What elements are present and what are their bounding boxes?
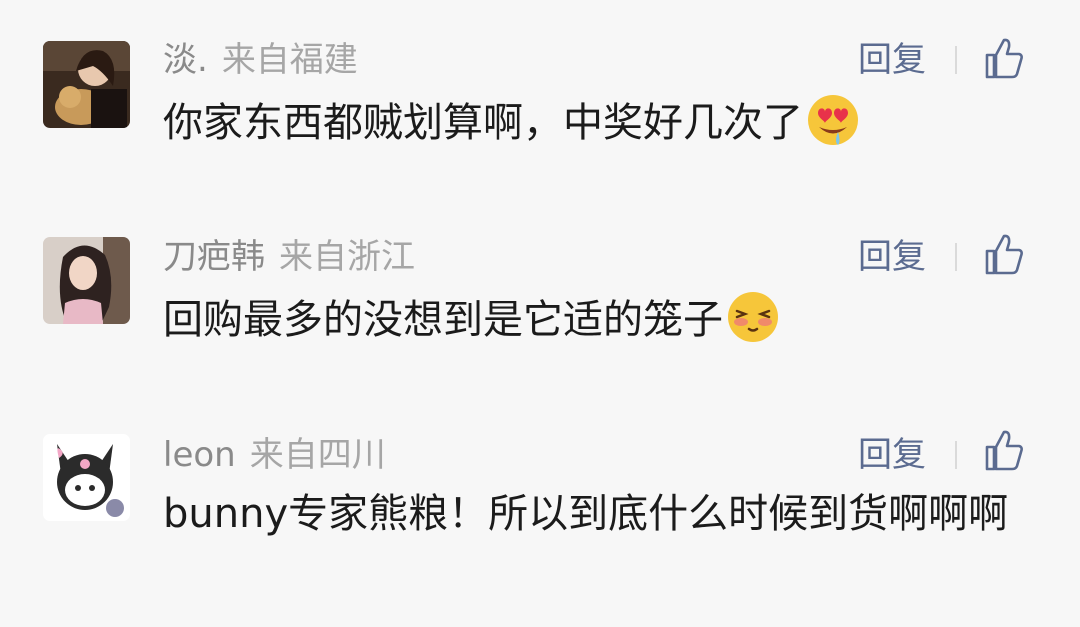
thumbs-up-icon — [985, 234, 1023, 275]
reply-button[interactable]: 回复 — [858, 435, 926, 475]
thumbs-up-icon — [985, 38, 1023, 79]
comment-text: bunny专家熊粮！所以到底什么时候到货啊啊啊 — [163, 491, 1009, 537]
username[interactable]: 淡. — [163, 40, 208, 80]
avatar[interactable] — [43, 237, 130, 324]
comment-text: 你家东西都贼划算啊，中奖好几次了 — [163, 92, 1043, 165]
comment-item: 刀疤韩 来自浙江 回复 回购最多的没想到是它适的笼子 — [0, 200, 1080, 400]
shy-emoji — [725, 289, 781, 362]
thumbs-up-icon — [985, 430, 1023, 471]
divider — [955, 441, 957, 469]
like-button[interactable] — [984, 428, 1024, 472]
comment-meta: 淡. 来自福建 — [163, 40, 358, 80]
location-label: 来自四川 — [249, 435, 386, 475]
username[interactable]: 刀疤韩 — [163, 237, 265, 277]
like-button[interactable] — [984, 36, 1024, 80]
username[interactable]: leon — [163, 435, 236, 475]
heart-eyes-emoji — [805, 92, 861, 165]
reply-button[interactable]: 回复 — [858, 40, 926, 80]
divider — [955, 46, 957, 74]
comment-text: 回购最多的没想到是它适的笼子 — [163, 289, 1043, 362]
avatar[interactable] — [43, 434, 130, 521]
comment-item: 淡. 来自福建 回复 你家东西都贼划算啊，中奖好几次了 — [0, 0, 1080, 200]
comment-meta: leon 来自四川 — [163, 435, 386, 475]
comment-item: leon 来自四川 回复 bunny专家熊粮！所以到底什么时候到货啊啊啊 — [0, 400, 1080, 627]
avatar[interactable] — [43, 41, 130, 128]
like-button[interactable] — [984, 232, 1024, 276]
location-label: 来自浙江 — [279, 237, 415, 277]
reply-button[interactable]: 回复 — [858, 237, 926, 277]
location-label: 来自福建 — [221, 40, 358, 80]
divider — [955, 243, 957, 271]
comment-meta: 刀疤韩 来自浙江 — [163, 237, 415, 277]
